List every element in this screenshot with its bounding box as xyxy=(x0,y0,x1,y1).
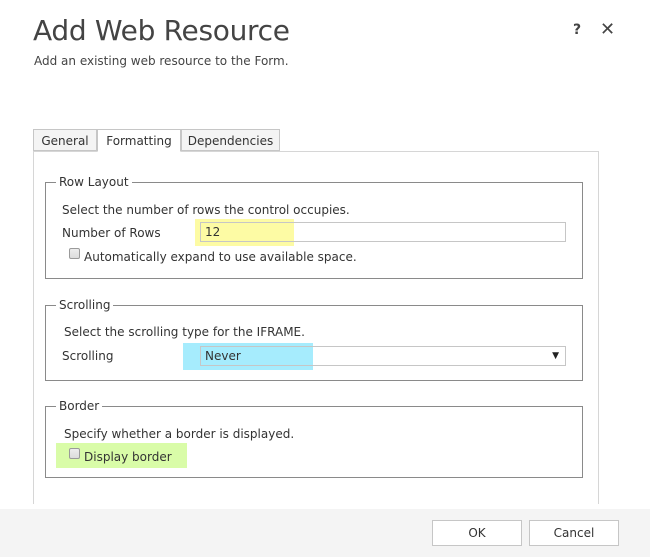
close-icon[interactable]: ✕ xyxy=(600,19,615,40)
number-of-rows-label: Number of Rows xyxy=(62,226,161,240)
dropdown-arrow-icon: ▼ xyxy=(552,351,559,361)
number-of-rows-input[interactable]: 12 xyxy=(200,222,566,242)
row-layout-legend: Row Layout xyxy=(59,175,129,189)
ok-button[interactable]: OK xyxy=(432,520,522,546)
tab-formatting[interactable]: Formatting xyxy=(97,129,181,152)
scrolling-description: Select the scrolling type for the IFRAME… xyxy=(64,325,305,339)
border-legend: Border xyxy=(59,399,100,413)
dialog-subtitle: Add an existing web resource to the Form… xyxy=(34,54,289,68)
auto-expand-checkbox[interactable] xyxy=(69,248,80,259)
display-border-checkbox[interactable] xyxy=(69,448,80,459)
scrolling-select[interactable]: Never ▼ xyxy=(200,346,566,366)
row-layout-description: Select the number of rows the control oc… xyxy=(62,203,350,217)
scrolling-group: Scrolling xyxy=(45,298,583,381)
scrolling-label: Scrolling xyxy=(62,349,114,363)
dialog-title: Add Web Resource xyxy=(33,14,290,47)
help-icon[interactable]: ? xyxy=(573,22,581,38)
tab-general[interactable]: General xyxy=(33,129,97,151)
scrolling-selected-value: Never xyxy=(205,349,241,363)
cancel-button[interactable]: Cancel xyxy=(529,520,619,546)
display-border-label: Display border xyxy=(84,450,172,464)
scrolling-legend: Scrolling xyxy=(59,298,111,312)
border-description: Specify whether a border is displayed. xyxy=(64,427,295,441)
auto-expand-label: Automatically expand to use available sp… xyxy=(84,250,357,264)
tab-dependencies[interactable]: Dependencies xyxy=(181,129,280,151)
